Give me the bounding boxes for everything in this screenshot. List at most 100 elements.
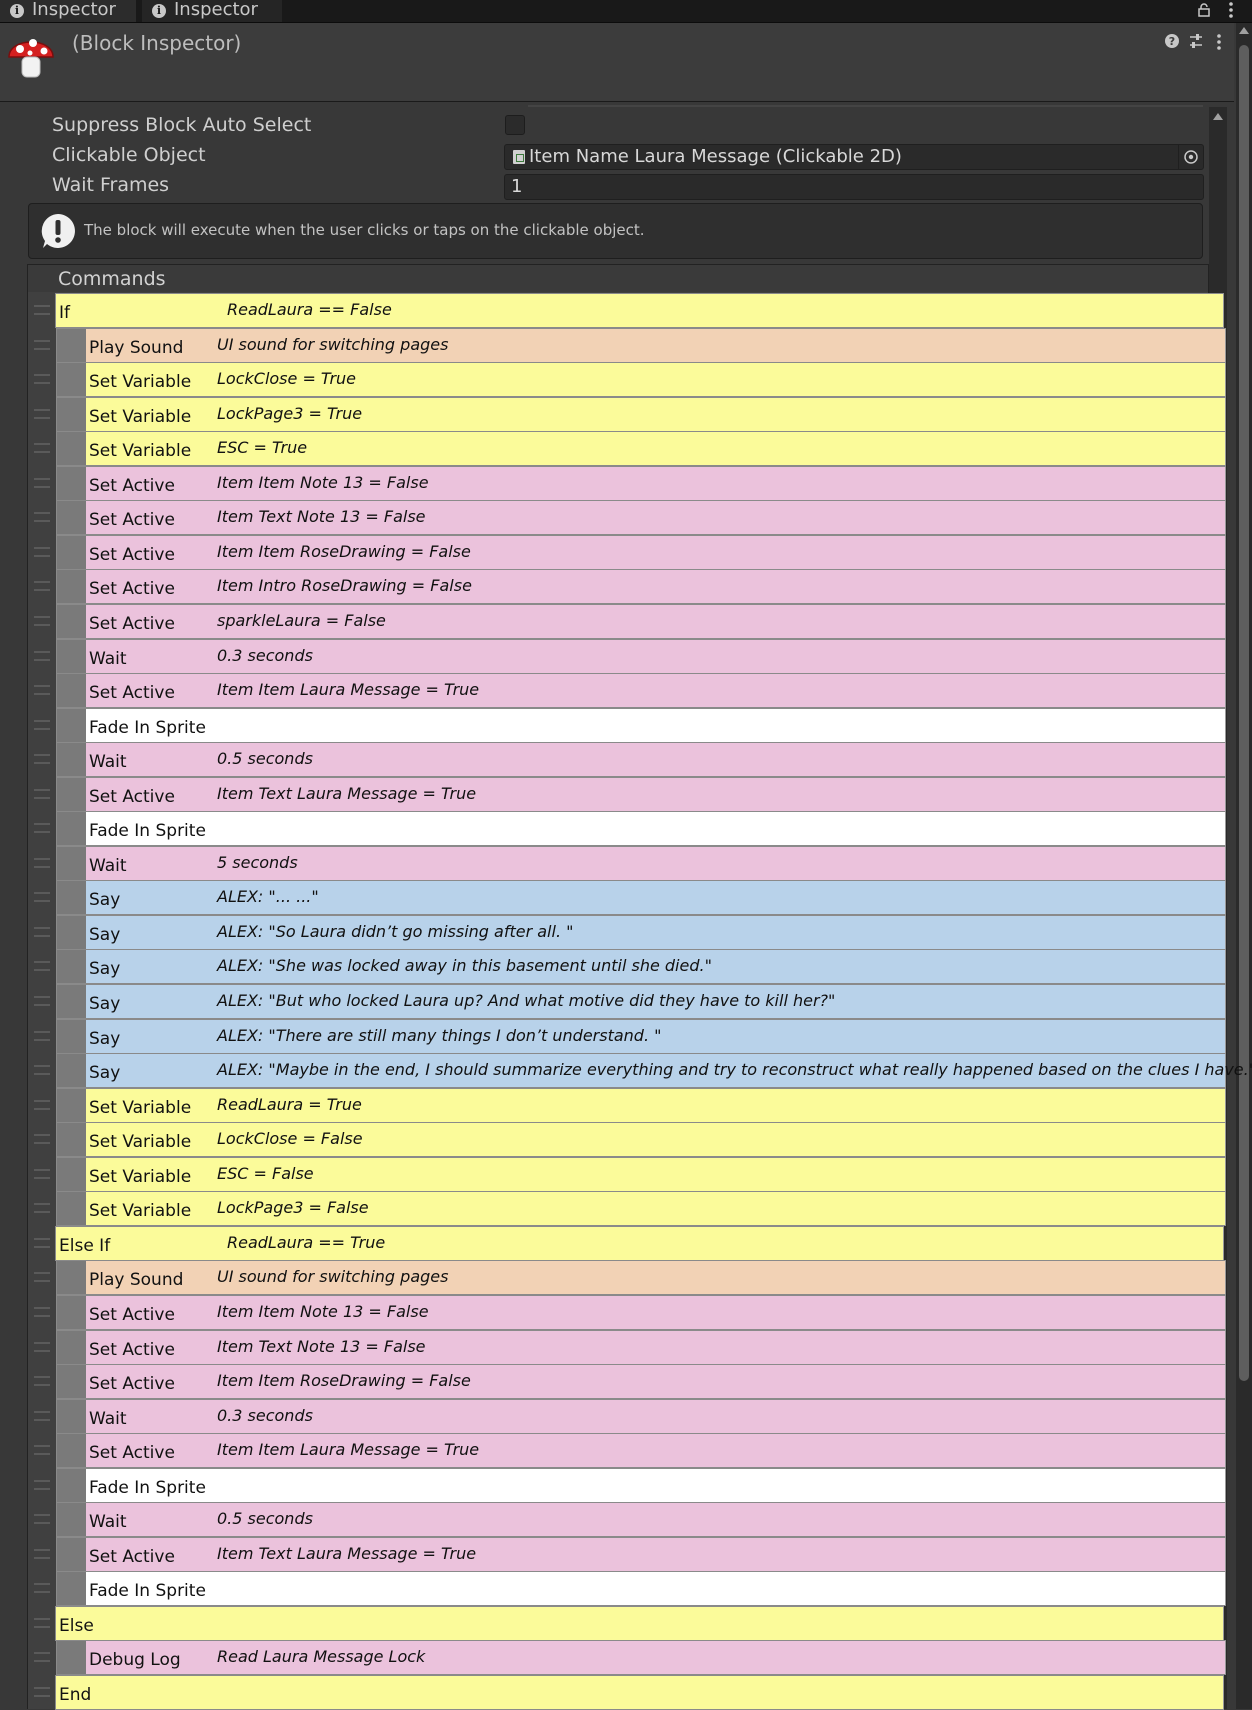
kebab-menu-icon[interactable] xyxy=(1224,0,1238,20)
scroll-up-icon[interactable] xyxy=(1239,27,1249,34)
command-row[interactable]: Play Sound UI sound for switching pages xyxy=(28,327,1226,363)
drag-handle-icon[interactable] xyxy=(34,754,50,765)
drag-handle-icon[interactable] xyxy=(34,477,50,488)
drag-handle-icon[interactable] xyxy=(34,1583,50,1594)
command-row[interactable]: Say ALEX: "There are still many things I … xyxy=(28,1018,1226,1054)
drag-handle-icon[interactable] xyxy=(34,1341,50,1352)
command-block[interactable]: Play Sound UI sound for switching pages xyxy=(56,1260,1226,1296)
command-row[interactable]: Set Variable LockClose = True xyxy=(28,362,1226,398)
command-block[interactable]: Say ALEX: "Maybe in the end, I should sum… xyxy=(56,1053,1252,1089)
drag-handle-icon[interactable] xyxy=(34,1410,50,1421)
command-block[interactable]: End xyxy=(55,1675,1224,1710)
command-row[interactable]: Set Active Item Item RoseDrawing = False xyxy=(28,534,1226,570)
command-row[interactable]: Say ALEX: "Maybe in the end, I should sum… xyxy=(28,1053,1252,1089)
drag-handle-icon[interactable] xyxy=(34,1203,50,1214)
command-row[interactable]: Set Active Item Text Laura Message = True xyxy=(28,1536,1226,1572)
command-block[interactable]: Set Active Item Item RoseDrawing = False xyxy=(56,1364,1226,1400)
command-row[interactable]: Set Active Item Text Laura Message = True xyxy=(28,776,1226,812)
command-block[interactable]: Say ALEX: "So Laura didn’t go missing aft… xyxy=(56,914,1226,950)
command-row[interactable]: End xyxy=(28,1675,1224,1710)
command-row[interactable]: Set Variable ESC = True xyxy=(28,431,1226,467)
command-row[interactable]: Set Active Item Item Note 13 = False xyxy=(28,465,1226,501)
drag-handle-icon[interactable] xyxy=(34,1134,50,1145)
kebab-menu-icon[interactable] xyxy=(1214,32,1224,52)
drag-handle-icon[interactable] xyxy=(34,512,50,523)
command-row[interactable]: Fade In Sprite xyxy=(28,707,1226,743)
drag-handle-icon[interactable] xyxy=(34,1272,50,1283)
scroll-up-icon[interactable] xyxy=(1213,113,1223,120)
command-block[interactable]: Say ALEX: "There are still many things I … xyxy=(56,1018,1226,1054)
command-row[interactable]: Fade In Sprite xyxy=(28,811,1226,847)
command-block[interactable]: If ReadLaura == False xyxy=(55,293,1224,328)
drag-handle-icon[interactable] xyxy=(34,1376,50,1387)
command-block[interactable]: Wait 5 seconds xyxy=(56,845,1226,881)
tab-inspector-2[interactable]: i Inspector xyxy=(142,0,282,22)
command-block[interactable]: Fade In Sprite xyxy=(56,1467,1226,1503)
command-row[interactable]: Say ALEX: "But who locked Laura up? And w… xyxy=(28,984,1226,1019)
drag-handle-icon[interactable] xyxy=(34,719,50,730)
drag-handle-icon[interactable] xyxy=(34,443,50,454)
drag-handle-icon[interactable] xyxy=(34,374,50,385)
command-block[interactable]: Fade In Sprite xyxy=(56,811,1226,847)
command-row[interactable]: Wait 5 seconds xyxy=(28,845,1226,881)
drag-handle-icon[interactable] xyxy=(34,1479,50,1490)
command-row[interactable]: Fade In Sprite xyxy=(28,1467,1226,1503)
command-row[interactable]: Set Active Item Intro RoseDrawing = False xyxy=(28,569,1226,605)
drag-handle-icon[interactable] xyxy=(34,996,50,1006)
drag-handle-icon[interactable] xyxy=(34,1617,50,1628)
drag-handle-icon[interactable] xyxy=(34,546,50,557)
drag-handle-icon[interactable] xyxy=(34,408,50,419)
outer-scroll-thumb[interactable] xyxy=(1239,45,1249,1381)
command-block[interactable]: Say ALEX: "... ..." xyxy=(56,880,1226,916)
drag-handle-icon[interactable] xyxy=(34,1548,50,1559)
command-block[interactable]: Set Variable ESC = True xyxy=(56,431,1226,467)
drag-handle-icon[interactable] xyxy=(34,1237,50,1248)
command-row[interactable]: Set Active Item Item Laura Message = True xyxy=(28,673,1226,709)
wait-frames-field[interactable]: 1 xyxy=(504,174,1204,200)
command-row[interactable]: Set Variable LockPage3 = True xyxy=(28,396,1226,432)
command-row[interactable]: Set Active Item Text Note 13 = False xyxy=(28,1329,1226,1365)
command-block[interactable]: Set Active Item Item Laura Message = True xyxy=(56,1433,1226,1469)
command-row[interactable]: Set Active sparkleLaura = False xyxy=(28,603,1226,639)
command-block[interactable]: Set Variable ReadLaura = True xyxy=(56,1087,1226,1123)
drag-handle-icon[interactable] xyxy=(34,1652,50,1663)
command-block[interactable]: Set Active Item Item Note 13 = False xyxy=(56,1294,1226,1330)
clickable-object-field[interactable]: Item Name Laura Message (Clickable 2D) xyxy=(504,144,1204,170)
command-block[interactable]: Wait 0.3 seconds xyxy=(56,638,1226,674)
drag-handle-icon[interactable] xyxy=(34,823,50,834)
drag-handle-icon[interactable] xyxy=(34,1306,50,1317)
drag-handle-icon[interactable] xyxy=(34,1030,50,1041)
preset-sliders-icon[interactable] xyxy=(1188,33,1204,49)
command-row[interactable]: Wait 0.3 seconds xyxy=(28,638,1226,674)
command-row[interactable]: Say ALEX: "So Laura didn’t go missing aft… xyxy=(28,914,1226,950)
command-row[interactable]: Say ALEX: "She was locked away in this ba… xyxy=(28,949,1226,985)
command-row[interactable]: Set Active Item Item Note 13 = False xyxy=(28,1294,1226,1330)
command-row[interactable]: Play Sound UI sound for switching pages xyxy=(28,1260,1226,1296)
drag-handle-icon[interactable] xyxy=(34,892,50,903)
drag-handle-icon[interactable] xyxy=(34,650,50,661)
command-block[interactable]: Wait 0.5 seconds xyxy=(56,742,1226,778)
command-row[interactable]: Set Active Item Item RoseDrawing = False xyxy=(28,1364,1226,1400)
command-block[interactable]: Fade In Sprite xyxy=(56,707,1226,743)
drag-handle-icon[interactable] xyxy=(34,926,50,937)
drag-handle-icon[interactable] xyxy=(34,1514,50,1525)
drag-handle-icon[interactable] xyxy=(34,1445,50,1456)
command-block[interactable]: Set Active Item Intro RoseDrawing = False xyxy=(56,569,1226,605)
command-block[interactable]: Set Active Item Text Note 13 = False xyxy=(56,1329,1226,1365)
command-block[interactable]: Set Variable LockPage3 = True xyxy=(56,396,1226,432)
command-row[interactable]: Set Variable LockClose = False xyxy=(28,1122,1226,1158)
command-block[interactable]: Say ALEX: "She was locked away in this ba… xyxy=(56,949,1226,985)
drag-handle-icon[interactable] xyxy=(34,1687,50,1697)
command-block[interactable]: Wait 0.3 seconds xyxy=(56,1398,1226,1434)
command-block[interactable]: Set Active Item Item Laura Message = True xyxy=(56,673,1226,709)
command-row[interactable]: Else xyxy=(28,1605,1224,1641)
command-block[interactable]: Set Active Item Item RoseDrawing = False xyxy=(56,534,1226,570)
command-block[interactable]: Set Active Item Text Laura Message = True xyxy=(56,1536,1226,1572)
command-block[interactable]: Set Active sparkleLaura = False xyxy=(56,603,1226,639)
command-block[interactable]: Else If ReadLaura == True xyxy=(55,1225,1224,1261)
command-row[interactable]: If ReadLaura == False xyxy=(28,293,1224,328)
command-row[interactable]: Set Variable LockPage3 = False xyxy=(28,1191,1226,1227)
drag-handle-icon[interactable] xyxy=(34,788,50,799)
command-block[interactable]: Set Active Item Item Note 13 = False xyxy=(56,465,1226,501)
drag-handle-icon[interactable] xyxy=(34,1099,50,1110)
